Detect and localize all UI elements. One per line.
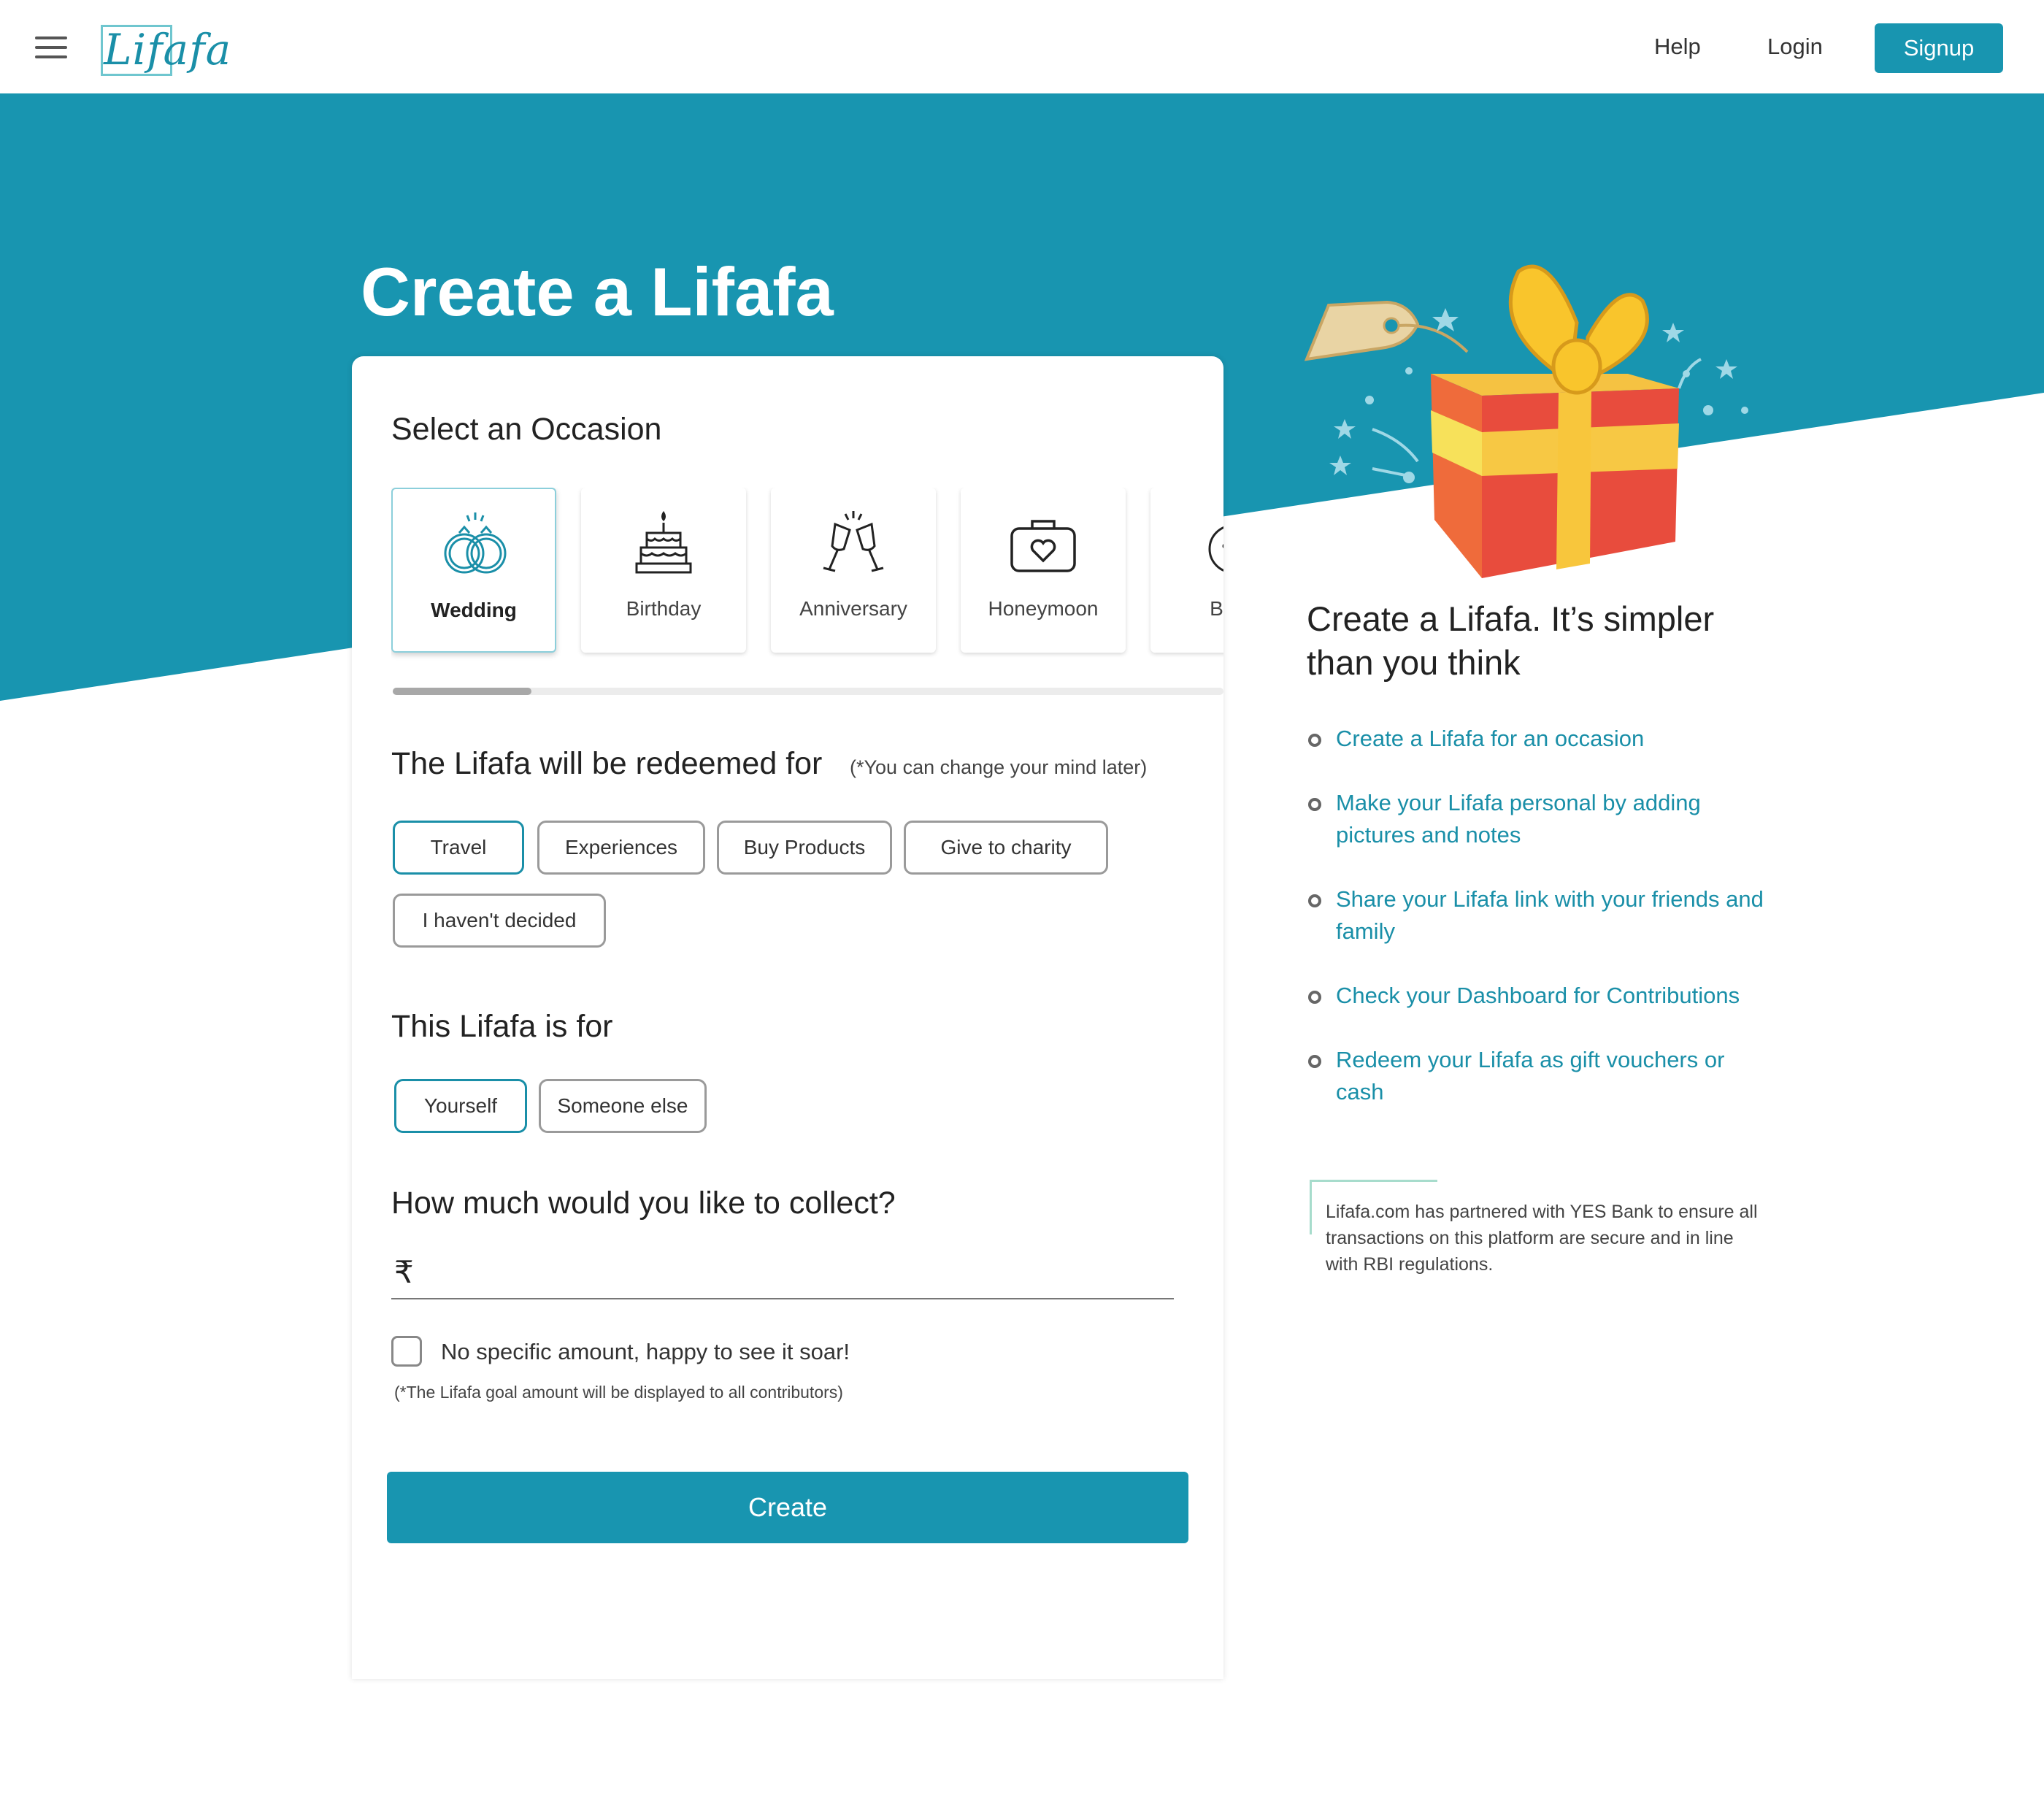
wedding-rings-icon: [444, 512, 507, 574]
help-link[interactable]: Help: [1654, 34, 1701, 60]
bullet-icon: [1308, 798, 1321, 811]
redeem-option-buy-products[interactable]: Buy Products: [717, 821, 892, 875]
list-item: Create a Lifafa for an occasion: [1307, 723, 1774, 755]
top-header: Lifafa Help Login Signup: [0, 0, 2044, 93]
gift-box-illustration: [1304, 264, 1748, 578]
list-item: Make your Lifafa personal by adding pict…: [1307, 787, 1774, 851]
recipient-heading: This Lifafa is for: [391, 1009, 613, 1044]
recipient-option-yourself[interactable]: Yourself: [394, 1079, 527, 1133]
list-item: Redeem your Lifafa as gift vouchers or c…: [1307, 1044, 1774, 1108]
occasion-baby[interactable]: Baby: [1150, 488, 1223, 653]
amount-underline: [391, 1298, 1174, 1299]
goal-note: (*The Lifafa goal amount will be display…: [394, 1383, 843, 1402]
amount-heading: How much would you like to collect?: [391, 1186, 896, 1221]
occasion-label: Birthday: [626, 597, 702, 620]
logo-text: Lifafa: [104, 25, 232, 74]
champagne-glasses-icon: [823, 511, 884, 572]
redeem-option-charity[interactable]: Give to charity: [904, 821, 1108, 875]
redeem-note: (*You can change your mind later): [850, 756, 1148, 778]
redeem-option-travel[interactable]: Travel: [393, 821, 524, 875]
page-title: Create a Lifafa: [361, 253, 834, 330]
occasion-anniversary[interactable]: Anniversary: [771, 488, 936, 653]
signup-button[interactable]: Signup: [1875, 23, 2003, 73]
occasion-birthday[interactable]: Birthday: [581, 488, 746, 653]
rupee-symbol: ₹: [394, 1255, 414, 1289]
create-lifafa-form: Select an Occasion Wedding Birthday Anni…: [352, 356, 1223, 1679]
occasion-label: Anniversary: [799, 597, 907, 620]
login-link[interactable]: Login: [1767, 34, 1823, 60]
baby-face-icon: [1208, 526, 1223, 572]
how-it-works-list: Create a Lifafa for an occasion Make you…: [1307, 723, 1774, 1140]
occasion-carousel[interactable]: Wedding Birthday Anniversary Honeymoon B: [391, 488, 1223, 670]
occasion-label: Honeymoon: [988, 597, 1099, 620]
suitcase-heart-icon: [1010, 520, 1076, 572]
bullet-icon: [1308, 894, 1321, 907]
occasion-label: Baby: [1210, 597, 1223, 620]
no-amount-label[interactable]: No specific amount, happy to see it soar…: [441, 1339, 850, 1365]
list-item: Check your Dashboard for Contributions: [1307, 980, 1774, 1012]
birthday-cake-icon: [635, 511, 692, 574]
amount-input[interactable]: [425, 1250, 1129, 1294]
occasion-wedding[interactable]: Wedding: [391, 488, 556, 653]
occasion-heading: Select an Occasion: [391, 412, 662, 447]
gift-tag-icon: [1304, 300, 1469, 361]
menu-icon[interactable]: [35, 37, 67, 60]
redeem-heading: The Lifafa will be redeemed for: [391, 746, 823, 781]
redeem-option-experiences[interactable]: Experiences: [537, 821, 705, 875]
bullet-icon: [1308, 1055, 1321, 1068]
bullet-icon: [1308, 991, 1321, 1004]
recipient-option-someone-else[interactable]: Someone else: [539, 1079, 707, 1133]
occasion-label: Wedding: [431, 599, 517, 621]
carousel-scroll-thumb[interactable]: [393, 688, 531, 695]
bullet-icon: [1308, 734, 1321, 747]
occasion-honeymoon[interactable]: Honeymoon: [961, 488, 1126, 653]
info-title: Create a Lifafa. It’s simpler than you t…: [1307, 599, 1715, 682]
create-button[interactable]: Create: [387, 1472, 1188, 1543]
lifafa-logo[interactable]: Lifafa: [99, 20, 238, 82]
partner-text: Lifafa.com has partnered with YES Bank t…: [1326, 1202, 1758, 1275]
list-item: Share your Lifafa link with your friends…: [1307, 883, 1774, 948]
no-amount-checkbox[interactable]: [391, 1336, 422, 1367]
redeem-option-undecided[interactable]: I haven't decided: [393, 894, 606, 948]
